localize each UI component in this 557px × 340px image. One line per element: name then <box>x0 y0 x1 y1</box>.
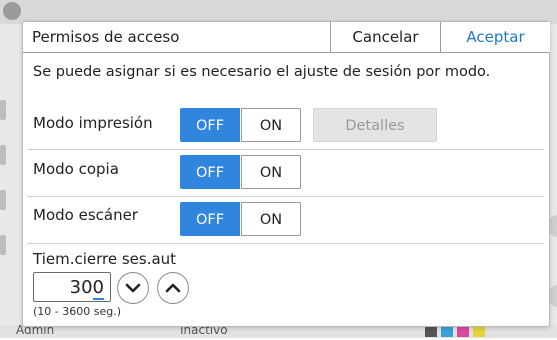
copy-mode-on-button[interactable]: ON <box>241 155 301 189</box>
auto-logout-label: Tiem.cierre ses.aut <box>33 250 177 268</box>
details-button[interactable]: Detalles <box>313 108 437 142</box>
auto-logout-value: 300 <box>69 277 104 298</box>
background-edge <box>0 100 6 120</box>
background-edge <box>0 235 6 255</box>
auto-logout-input[interactable]: 300 <box>33 272 111 302</box>
chevron-down-icon <box>125 283 141 293</box>
scanner-mode-label: Modo escáner <box>33 206 138 224</box>
scanner-mode-toggle: OFF ON <box>180 202 305 236</box>
text-cursor <box>93 298 104 300</box>
divider <box>27 149 544 150</box>
chevron-up-icon <box>165 283 181 293</box>
copy-mode-off-button[interactable]: OFF <box>180 155 240 189</box>
access-permissions-dialog: Permisos de acceso Cancelar Aceptar Se p… <box>22 21 550 327</box>
divider <box>27 243 544 244</box>
print-mode-label: Modo impresión <box>33 114 153 132</box>
cancel-button[interactable]: Cancelar <box>330 22 440 52</box>
scanner-mode-off-button[interactable]: OFF <box>180 202 240 236</box>
decrement-button[interactable] <box>117 272 149 304</box>
gear-icon <box>3 2 21 20</box>
dialog-description: Se puede asignar si es necesario el ajus… <box>33 64 491 80</box>
dialog-title: Permisos de acceso <box>32 28 180 46</box>
copy-mode-toggle: OFF ON <box>180 155 305 189</box>
background-edge <box>0 145 6 165</box>
background-edge <box>549 215 557 237</box>
range-hint: (10 - 3600 seg.) <box>33 305 122 318</box>
scanner-mode-on-button[interactable]: ON <box>241 202 301 236</box>
background-edge <box>549 285 557 307</box>
print-mode-on-button[interactable]: ON <box>241 108 301 142</box>
print-mode-toggle: OFF ON <box>180 108 305 142</box>
dialog-header: Permisos de acceso Cancelar Aceptar <box>23 22 550 53</box>
accept-button[interactable]: Aceptar <box>440 22 550 52</box>
copy-mode-label: Modo copia <box>33 160 119 178</box>
background-edge <box>0 190 6 210</box>
increment-button[interactable] <box>157 272 189 304</box>
divider <box>27 196 544 197</box>
print-mode-off-button[interactable]: OFF <box>180 108 240 142</box>
